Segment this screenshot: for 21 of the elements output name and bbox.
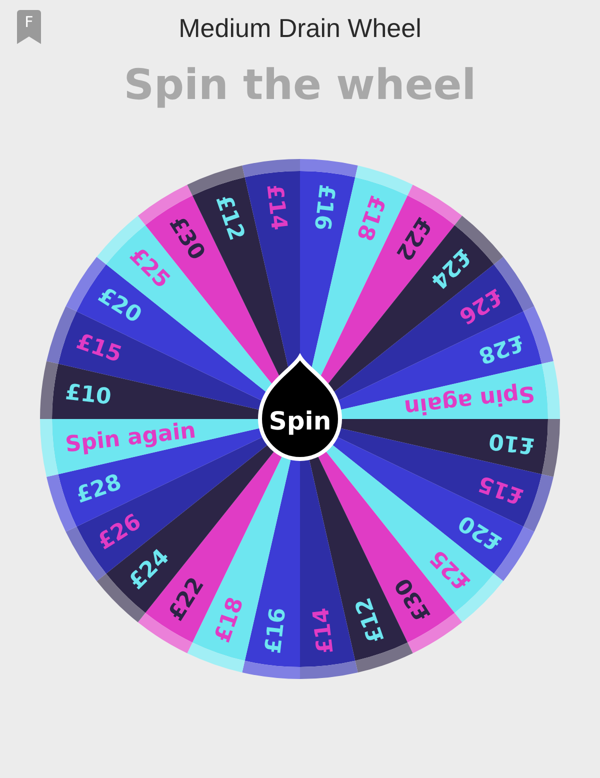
heading: Spin the wheel xyxy=(124,60,476,109)
segment-label: £18 xyxy=(350,192,390,244)
segment-label: £28 xyxy=(475,329,527,368)
segment-label: £15 xyxy=(73,329,125,368)
segment-label: £15 xyxy=(475,470,527,509)
segment-label: £12 xyxy=(210,192,250,244)
segment-label: £16 xyxy=(308,183,339,232)
segment-label: £10 xyxy=(487,428,536,458)
segment-label: £12 xyxy=(350,594,390,646)
segment-label: £14 xyxy=(308,606,339,655)
segment-label: £18 xyxy=(210,594,250,646)
segment-label: £14 xyxy=(261,183,292,232)
spin-button[interactable]: Spin xyxy=(258,355,342,461)
segment-label: Spin again xyxy=(402,380,536,420)
segment-label: £26 xyxy=(94,510,146,556)
segment-label: Spin again xyxy=(64,418,198,458)
segment-label: £16 xyxy=(261,606,292,655)
segment-label: £28 xyxy=(73,470,125,509)
segment-label: £10 xyxy=(64,380,113,410)
segment-label: £26 xyxy=(454,282,506,328)
page-title: Medium Drain Wheel xyxy=(178,12,422,44)
